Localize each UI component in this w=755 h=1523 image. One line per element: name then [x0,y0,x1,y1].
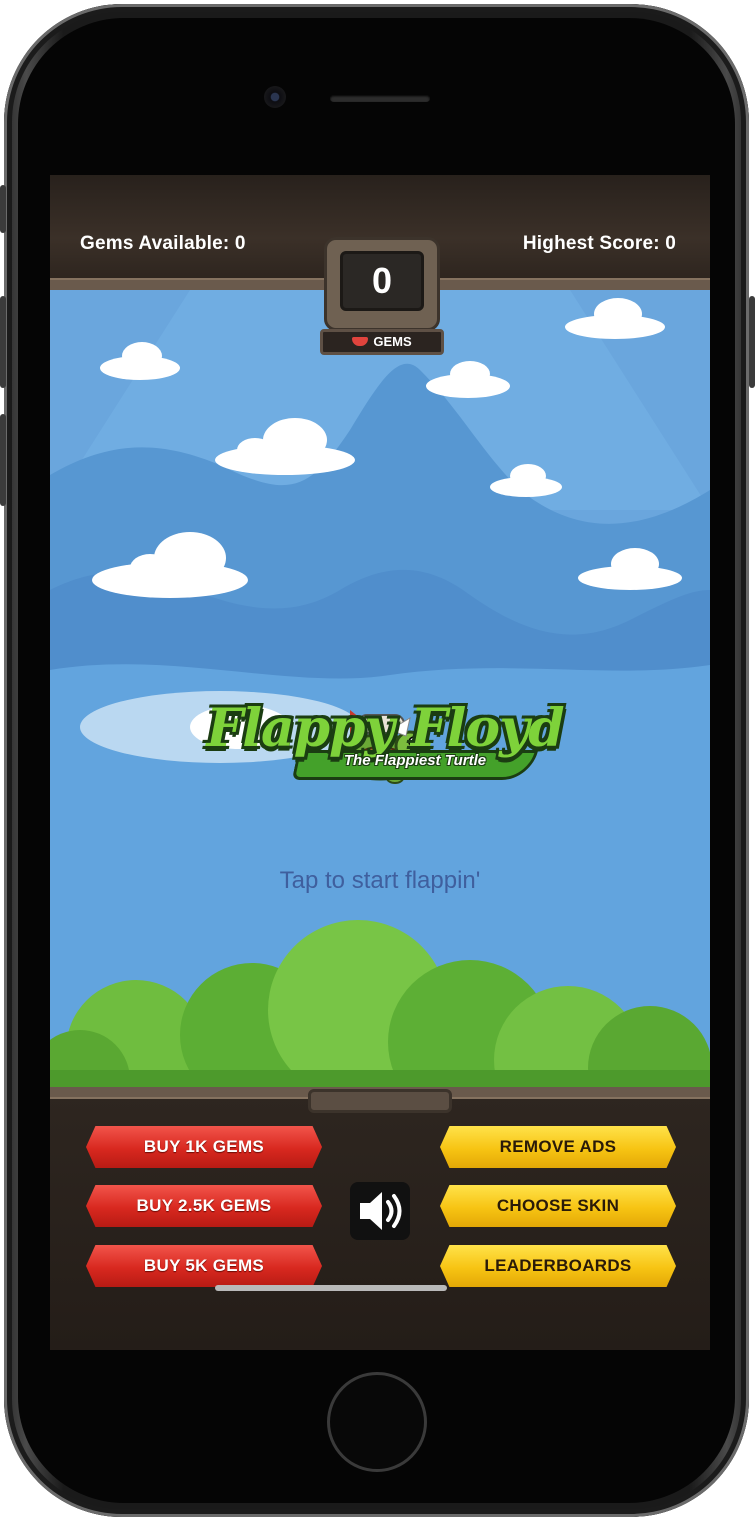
score-box: 0 GEMS [320,237,444,357]
choose-skin-button[interactable]: CHOOSE SKIN [440,1185,676,1227]
highest-score-label: Highest Score: 0 [522,233,676,254]
volume-up-button [0,296,6,388]
game-logo: Flappy Floyd The Flappiest Turtle [195,698,575,808]
tap-to-start-prompt: Tap to start flappin' [279,867,481,894]
buy-1k-gems-button[interactable]: BUY 1K GEMS [86,1126,322,1168]
remove-ads-button[interactable]: REMOVE ADS [440,1126,676,1168]
speaker-icon [360,1192,402,1230]
leaderboards-button[interactable]: LEADERBOARDS [440,1245,676,1287]
gems-counter-text: GEMS [373,334,412,349]
gems-counter-label: GEMS [320,329,444,355]
buy-5k-gems-button[interactable]: BUY 5K GEMS [86,1245,322,1287]
front-camera [264,86,286,108]
bottom-latch [308,1089,452,1113]
sound-toggle-button[interactable] [350,1182,410,1240]
logo-subtitle: The Flappiest Turtle [343,752,487,769]
home-indicator [215,1285,447,1291]
background-scenery [50,290,710,1087]
volume-down-button [0,414,6,506]
power-button [749,296,755,388]
gems-available-label: Gems Available: 0 [80,233,246,254]
score-value: 0 [371,260,393,301]
game-sky[interactable]: Flappy Floyd The Flappiest Turtle Tap to… [50,290,710,1087]
earpiece-speaker [330,95,430,102]
logo-title: Flappy Floyd [206,698,564,759]
home-button[interactable] [327,1372,427,1472]
mute-switch [0,185,6,233]
buy-2-5k-gems-button[interactable]: BUY 2.5K GEMS [86,1185,322,1227]
gem-icon [352,337,369,347]
bottom-bar: BUY 1K GEMS BUY 2.5K GEMS BUY 5K GEMS RE… [50,1087,710,1350]
game-screen[interactable]: Flappy Floyd The Flappiest Turtle Tap to… [50,175,710,1350]
